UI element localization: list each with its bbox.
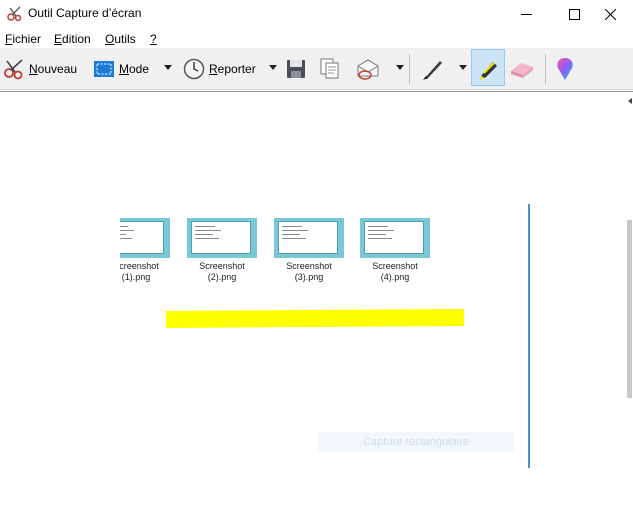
mode-button[interactable]: Mode [93,52,149,86]
pen-icon [423,61,442,80]
paint-3d-icon [557,58,573,80]
minimize-icon [520,14,532,15]
file-thumbnail [360,218,430,258]
menu-fichier[interactable]: Fichier [5,32,41,46]
rectangle-snip-icon [94,61,114,77]
file-thumbnail [120,218,170,258]
menu-edition[interactable]: Edition [54,32,91,46]
window-title: Outil Capture d’écran [28,6,142,20]
copy-button[interactable] [320,52,340,86]
copy-icon [320,58,339,79]
send-snip-button[interactable] [356,52,382,86]
file-thumbnail-label: Screenshot(1).png [120,261,159,282]
clock-icon [183,58,205,80]
toolbar-separator [409,54,410,84]
file-thumbnail-label: Screenshot (4).png [372,261,418,282]
capture-edge-line [528,204,530,468]
close-icon [604,9,616,20]
eraser-button[interactable] [509,52,535,86]
scissors-icon [4,59,23,80]
file-thumbnail-label: Screenshot (3).png [286,261,332,282]
delay-button[interactable]: Reporter [183,52,256,86]
pen-dropdown-arrow[interactable] [459,65,467,70]
title-bar: Outil Capture d’écran [0,0,633,29]
save-icon [287,60,305,78]
highlighter-button[interactable] [476,52,500,86]
menu-outils[interactable]: Outils [105,32,136,46]
vertical-scrollbar-thumb[interactable] [627,220,632,398]
file-thumbnail-label: Screenshot (2).png [199,261,245,282]
highlighter-stroke [166,308,464,329]
maximize-icon [568,9,580,20]
paint-3d-button[interactable] [555,52,575,86]
minimize-button[interactable] [503,0,549,29]
captured-image: Screenshot(1).png Screenshot(2).png Scre… [120,200,532,470]
save-button[interactable] [286,52,306,86]
menu-bar: Fichier Edition Outils ? [0,29,633,48]
ghost-label: Capture rectangulaire [318,432,514,452]
scroll-up-arrow[interactable] [628,98,632,104]
highlighter-icon [480,62,497,80]
toolbar-separator-2 [545,54,546,84]
file-thumbnail [187,218,257,258]
send-email-icon [357,59,379,80]
send-dropdown-arrow[interactable] [396,65,404,70]
delay-dropdown-arrow[interactable] [269,65,277,70]
pen-button[interactable] [421,52,445,86]
toolbar: Nouveau Mode Reporter [0,48,633,90]
snipping-tool-icon [7,6,22,22]
close-button[interactable] [587,0,633,29]
menu-help[interactable]: ? [150,32,157,46]
eraser-icon [511,63,533,78]
new-snip-button[interactable]: Nouveau [3,52,77,86]
file-thumbnail [274,218,344,258]
mode-dropdown-arrow[interactable] [164,65,172,70]
